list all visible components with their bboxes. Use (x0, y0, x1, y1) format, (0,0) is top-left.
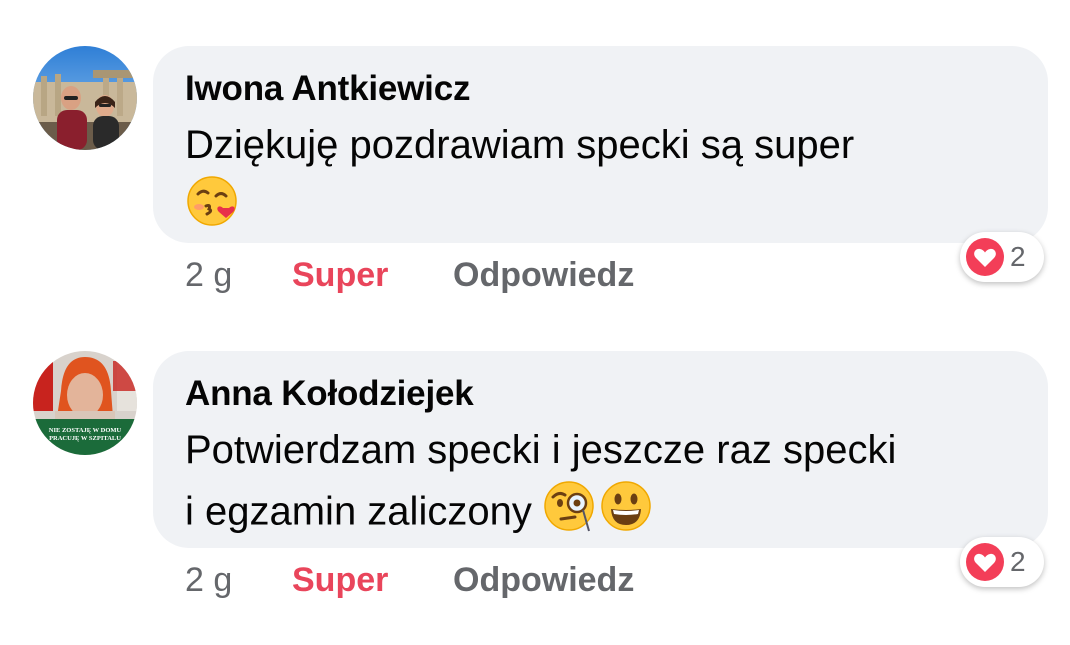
avatar-banner-line: PRACUJĘ W SZPITALU (49, 435, 121, 442)
comment-author[interactable]: Anna Kołodziejek (185, 373, 1014, 415)
comment-text-line: i egzamin zaliczony (185, 489, 532, 534)
reaction-count: 2 (1010, 546, 1026, 577)
comment-bubble: Iwona Antkiewicz Dziękuję pozdrawiam spe… (153, 46, 1048, 243)
comment-author[interactable]: Iwona Antkiewicz (185, 68, 1014, 110)
avatar-banner-line: NIE ZOSTAJĘ W DOMU (49, 427, 122, 434)
reply-button[interactable]: Odpowiedz (453, 557, 634, 603)
avatar[interactable] (33, 46, 137, 150)
comment-text: Dziękuję pozdrawiam specki są super (185, 116, 1014, 244)
comment-item: Iwona Antkiewicz Dziękuję pozdrawiam spe… (0, 0, 1070, 300)
face-with-monocle-emoji-icon (543, 479, 599, 549)
heart-icon (966, 543, 1004, 581)
comment-text: Potwierdzam specki i jeszcze raz specki … (185, 421, 1014, 549)
reaction-summary[interactable]: 2 (960, 537, 1044, 587)
comment-text-line: Potwierdzam specki i jeszcze raz specki (185, 428, 897, 472)
reaction-summary[interactable]: 2 (960, 232, 1044, 282)
grinning-face-emoji-icon (599, 479, 653, 549)
super-reaction-button[interactable]: Super (292, 252, 388, 298)
comment-bubble: Anna Kołodziejek Potwierdzam specki i je… (153, 351, 1048, 548)
comment-timestamp[interactable]: 2 g (185, 557, 232, 603)
comment-timestamp[interactable]: 2 g (185, 252, 232, 298)
reaction-count: 2 (1010, 241, 1026, 272)
avatar[interactable]: NIE ZOSTAJĘ W DOMU PRACUJĘ W SZPITALU (33, 351, 137, 455)
heart-icon (966, 238, 1004, 276)
reply-button[interactable]: Odpowiedz (453, 252, 634, 298)
comment-item: NIE ZOSTAJĘ W DOMU PRACUJĘ W SZPITALU An… (0, 305, 1070, 605)
avatar-frame-text: NIE ZOSTAJĘ W DOMU PRACUJĘ W SZPITALU (49, 427, 122, 442)
kissing-face-emoji-icon (185, 174, 239, 244)
comment-text-line: Dziękuję pozdrawiam specki są super (185, 123, 855, 167)
super-reaction-button[interactable]: Super (292, 557, 388, 603)
avatar-photo (33, 46, 137, 150)
